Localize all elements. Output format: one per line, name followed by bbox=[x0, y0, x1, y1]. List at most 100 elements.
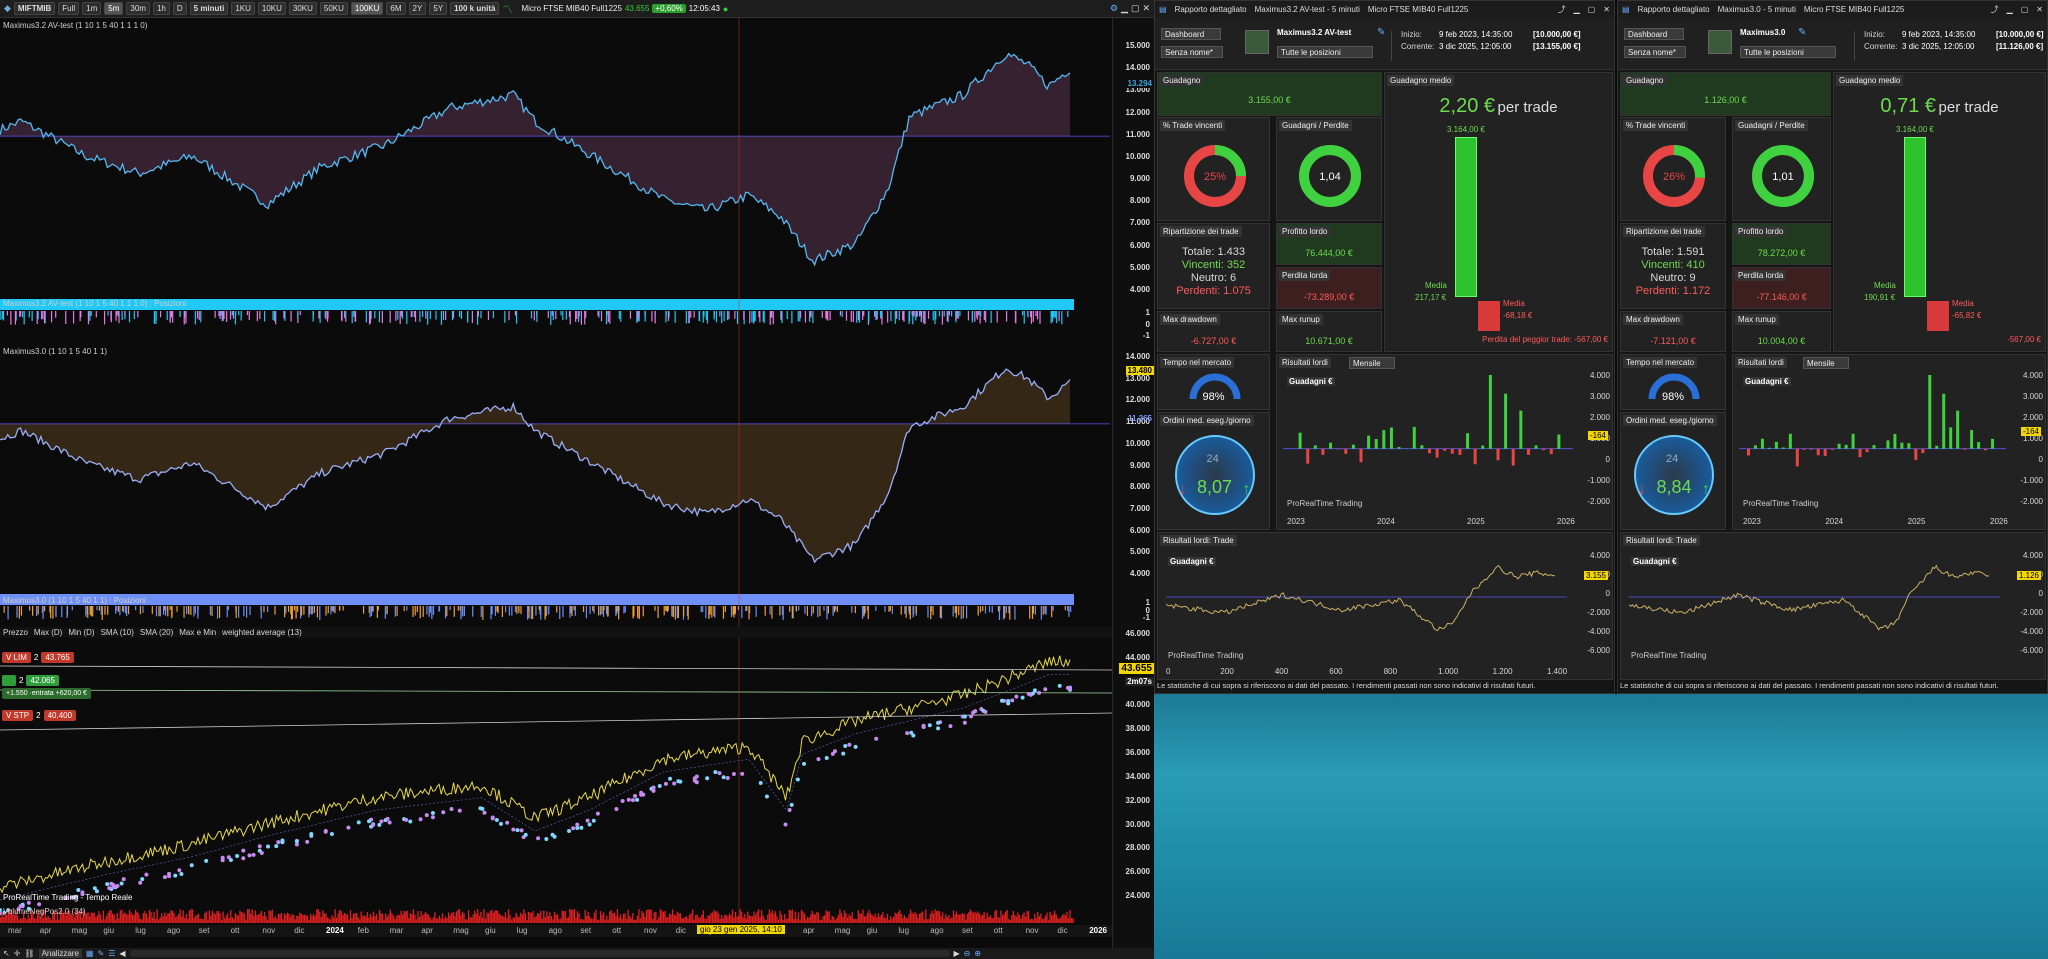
orders-per-day-title[interactable]: Ordini med. eseg./giorno bbox=[1623, 415, 1717, 426]
gain-title[interactable]: Guadagno bbox=[1160, 75, 1204, 86]
drawdown-title[interactable]: Max drawdown bbox=[1623, 314, 1683, 325]
trade-breakdown-title[interactable]: Ripartizione dei trade bbox=[1160, 226, 1242, 237]
trade-results-title[interactable]: Risultati lordi: Trade bbox=[1160, 535, 1237, 546]
layout-name-select[interactable]: Senza nome* bbox=[1624, 46, 1686, 58]
tf-1m[interactable]: 1m bbox=[82, 2, 102, 15]
minimize-icon[interactable]: ▁ bbox=[1121, 3, 1128, 14]
maximize-icon[interactable]: ▢ bbox=[1131, 3, 1140, 14]
range-1ku[interactable]: 1KU bbox=[231, 2, 255, 15]
ind-max-d[interactable]: Max (D) bbox=[34, 628, 62, 637]
positions1-label[interactable]: Maximus3.2 AV-test (1 10 1 5 40 1 1 1 0)… bbox=[0, 298, 400, 309]
share-icon[interactable]: ⤴ bbox=[1558, 4, 1566, 15]
monthly-results-chart[interactable] bbox=[1283, 375, 1573, 509]
analyze-button[interactable]: Analizzare bbox=[38, 949, 82, 958]
time-in-market-title[interactable]: Tempo nel mercato bbox=[1623, 357, 1698, 368]
gross-loss-title[interactable]: Perdita lorda bbox=[1279, 270, 1331, 281]
positions-select[interactable]: Tutte le posizioni bbox=[1277, 46, 1373, 58]
range-10ku[interactable]: 10KU bbox=[257, 2, 286, 15]
period-select[interactable]: Mensile bbox=[1349, 357, 1395, 369]
positions2-label[interactable]: Maximus3.0 (1 10 1 5 40 1 1) : Posizioni bbox=[0, 595, 300, 606]
tf-5m[interactable]: 5m bbox=[104, 2, 124, 15]
app-icon[interactable]: ◆ bbox=[4, 3, 11, 14]
ind-price[interactable]: Prezzo bbox=[3, 628, 28, 637]
layout-name-select[interactable]: Senza nome* bbox=[1161, 46, 1223, 58]
gain-loss-title[interactable]: Guadagni / Perdite bbox=[1735, 120, 1808, 131]
time-in-market-title[interactable]: Tempo nel mercato bbox=[1160, 357, 1235, 368]
trade-breakdown-title[interactable]: Ripartizione dei trade bbox=[1623, 226, 1705, 237]
volume-label[interactable]: VolumeNegPos2.0 (34) bbox=[0, 906, 200, 917]
tf-1h[interactable]: 1h bbox=[152, 2, 170, 15]
orders-per-day-title[interactable]: Ordini med. eseg./giorno bbox=[1160, 415, 1254, 426]
runup-title[interactable]: Max runup bbox=[1279, 314, 1323, 325]
open-position[interactable]: 2 42.065 bbox=[2, 674, 59, 686]
maximize-icon[interactable]: ▢ bbox=[1588, 5, 1596, 14]
units-select[interactable]: 100 k unità bbox=[450, 2, 500, 15]
price-axis[interactable]: 15.000 14.000 13.000 12.000 11.000 10.000 9.00… bbox=[1112, 18, 1154, 948]
range-6m[interactable]: 6M bbox=[386, 2, 406, 15]
ind-wavg[interactable]: weighted average (13) bbox=[222, 628, 302, 637]
minimize-icon[interactable]: ▁ bbox=[1574, 5, 1580, 14]
time-axis[interactable]: mar apr mag giu lug ago set ott nov dic 2024 feb mar… bbox=[0, 925, 1112, 937]
full-select[interactable]: Full bbox=[58, 2, 80, 15]
list-icon[interactable]: ☰ bbox=[108, 949, 115, 958]
range-2y[interactable]: 2Y bbox=[408, 2, 427, 15]
ind-min-d[interactable]: Min (D) bbox=[68, 628, 94, 637]
chart-type-icon[interactable]: 〽 bbox=[502, 1, 512, 16]
range-5y[interactable]: 5Y bbox=[429, 2, 448, 15]
range-100ku[interactable]: 100KU bbox=[350, 2, 384, 15]
chart-canvas[interactable] bbox=[0, 18, 1112, 923]
range-30ku[interactable]: 30KU bbox=[288, 2, 317, 15]
edit-icon[interactable]: ✎ bbox=[1798, 27, 1806, 38]
trade-equity-chart[interactable] bbox=[1166, 555, 1567, 655]
monthly-results-chart[interactable] bbox=[1739, 375, 2006, 509]
edit-icon[interactable]: ✎ bbox=[1377, 27, 1385, 38]
win-rate-title[interactable]: % Trade vincenti bbox=[1623, 120, 1689, 131]
close-icon[interactable]: ✕ bbox=[1603, 5, 1614, 14]
settings-icon[interactable]: ⚙ bbox=[1110, 3, 1118, 14]
trade-results-title[interactable]: Risultati lordi: Trade bbox=[1623, 535, 1700, 546]
ind-sma20[interactable]: SMA (20) bbox=[140, 628, 173, 637]
tf-D[interactable]: D bbox=[172, 2, 187, 15]
dashboard-select[interactable]: Dashboard bbox=[1624, 28, 1684, 40]
symbol-select[interactable]: MIFTMIB bbox=[13, 2, 56, 15]
maximize-icon[interactable]: ▢ bbox=[2021, 5, 2029, 14]
drawdown-title[interactable]: Max drawdown bbox=[1160, 314, 1220, 325]
share-icon[interactable]: ⤴ bbox=[1991, 4, 1999, 15]
scrollbar[interactable] bbox=[129, 950, 950, 957]
crosshair-icon[interactable]: ✛ bbox=[14, 949, 21, 958]
layout-icon[interactable]: ▦ bbox=[86, 949, 94, 958]
tf-30m[interactable]: 30m bbox=[126, 2, 150, 15]
interval-select[interactable]: 5 minuti bbox=[189, 2, 229, 15]
avg-gain-title[interactable]: Guadagno medio bbox=[1836, 75, 1904, 86]
win-rate-title[interactable]: % Trade vincenti bbox=[1160, 120, 1226, 131]
avg-gain-title[interactable]: Guadagno medio bbox=[1387, 75, 1455, 86]
range-50ku[interactable]: 50KU bbox=[319, 2, 348, 15]
minimize-icon[interactable]: ▁ bbox=[2007, 5, 2013, 14]
ind-sma10[interactable]: SMA (10) bbox=[101, 628, 134, 637]
trade-equity-chart[interactable] bbox=[1629, 555, 2000, 655]
close-icon[interactable]: ✕ bbox=[1142, 3, 1154, 14]
monthly-results-title[interactable]: Risultati lordi bbox=[1735, 357, 1787, 368]
order-stop[interactable]: V STP 2 40.400 bbox=[2, 709, 77, 721]
period-select[interactable]: Mensile bbox=[1803, 357, 1849, 369]
zoom-in-icon[interactable]: ⊕ bbox=[974, 949, 981, 958]
cursor-icon[interactable]: ↖ bbox=[3, 949, 10, 958]
gross-profit-title[interactable]: Profitto lordo bbox=[1279, 226, 1331, 237]
dashboard-select[interactable]: Dashboard bbox=[1161, 28, 1221, 40]
gain-title[interactable]: Guadagno bbox=[1623, 75, 1667, 86]
order-limit[interactable]: V LIM 2 43.765 bbox=[2, 651, 74, 663]
panel2-label[interactable]: Maximus3.0 (1 10 1 5 40 1 1) bbox=[0, 346, 300, 357]
panel1-label[interactable]: Maximus3.2 AV-test (1 10 1 5 40 1 1 1 0) bbox=[0, 20, 300, 31]
positions-select[interactable]: Tutte le posizioni bbox=[1740, 46, 1836, 58]
draw-icon[interactable]: ✎ bbox=[97, 949, 104, 958]
close-icon[interactable]: ✕ bbox=[2036, 5, 2047, 14]
ind-maxmin[interactable]: Max e Min bbox=[179, 628, 216, 637]
scroll-right-icon[interactable]: ▶ bbox=[954, 949, 960, 958]
scroll-left-icon[interactable]: ◀ bbox=[119, 949, 125, 958]
gross-loss-title[interactable]: Perdita lorda bbox=[1735, 270, 1787, 281]
monthly-results-title[interactable]: Risultati lordi bbox=[1279, 357, 1331, 368]
link-icon[interactable]: ⛓ bbox=[24, 949, 34, 958]
gross-profit-title[interactable]: Profitto lordo bbox=[1735, 226, 1787, 237]
runup-title[interactable]: Max runup bbox=[1735, 314, 1779, 325]
gain-loss-title[interactable]: Guadagni / Perdite bbox=[1279, 120, 1352, 131]
